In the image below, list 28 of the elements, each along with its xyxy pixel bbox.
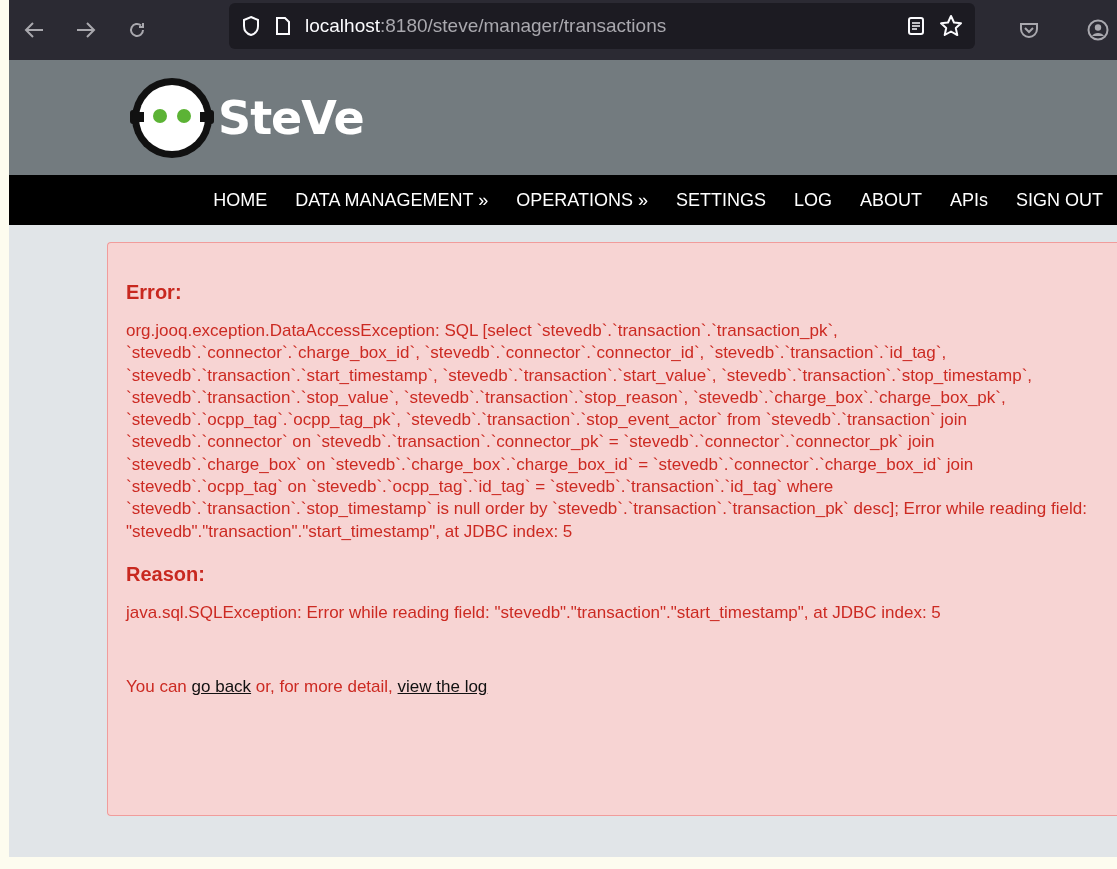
nav-link[interactable]: SIGN OUT [1016, 189, 1103, 211]
logo-text: SteVe [218, 90, 364, 145]
account-icon[interactable] [1087, 19, 1109, 41]
page-icon [275, 16, 291, 36]
reader-view-icon[interactable] [907, 16, 925, 36]
address-bar[interactable]: localhost:8180/steve/manager/transactions [229, 3, 975, 49]
nav-link[interactable]: HOME [213, 189, 268, 211]
error-heading: Error: [126, 281, 183, 304]
error-message: org.jooq.exception.DataAccessException: SQL [select `stevedb`.`transaction`.`transaction_pk`, `stevedb`.`connector`.`charge_box_id`, `stevedb`.`connector`.`connector_id`, `stevedb`.`transaction`.`id_tag`, `stevedb`.`transaction`.`start_timestamp`, `stevedb`.`transaction`.`start_value`, `stevedb`.`transaction`.`stop_timestamp`, `stevedb`.`transaction`.`stop_value`, `stevedb`.`transaction`.`stop_reason`, `stevedb`.`charge_box`.`charge_box_pk`, `stevedb`.`ocpp_tag`.`ocpp_tag_pk`, `stevedb`.`transaction`.`stop_event_actor` from `stevedb`.`transaction` join `stevedb`.`connector` on `stevedb`.`transaction`.`connector_pk` = `stevedb`.`connector`.`connector_pk` join `stevedb`.`charge_box` on `stevedb`.`charge_box`.`charge_box_id` = `stevedb`.`connector`.`charge_box_id` join `stevedb`.`ocpp_tag` on `stevedb`.`ocpp_tag`.`id_tag` = `stevedb`.`transaction`.`id_tag` where `stevedb`.`transaction`.`stop_timestamp` is null order by `stevedb`.`transaction`.`transaction_pk` desc]; Error while reading field: "stevedb"."transaction"."start_timestamp", at JDBC index: 5 [126, 320, 1088, 543]
help-sentence: You can go back or, for more detail, view the log [126, 676, 489, 699]
nav-link[interactable]: SETTINGS [675, 189, 766, 211]
url-text: localhost:8180/steve/manager/transactions [305, 15, 668, 37]
forward-icon[interactable] [75, 21, 97, 39]
go-back-link[interactable]: go back [191, 677, 252, 697]
shield-icon[interactable] [241, 15, 261, 37]
nav-link[interactable]: ABOUT [859, 189, 922, 211]
reload-icon[interactable] [127, 20, 147, 40]
reason-heading: Reason: [126, 562, 206, 586]
robot-logo-icon [130, 77, 214, 158]
reason-message: java.sql.SQLException: Error while reading field: "stevedb"."transaction"."start_timestamp", at JDBC index: 5 [126, 601, 942, 624]
nav-link[interactable]: DATA MANAGEMENT » [295, 189, 489, 211]
view-log-link[interactable]: view the log [397, 677, 488, 697]
back-icon[interactable] [23, 21, 45, 39]
nav-link[interactable]: APIs [949, 189, 988, 211]
nav-link[interactable]: OPERATIONS » [516, 189, 648, 211]
nav-link[interactable]: LOG [793, 189, 832, 211]
pocket-icon[interactable] [1019, 21, 1039, 39]
star-icon[interactable] [939, 14, 963, 38]
